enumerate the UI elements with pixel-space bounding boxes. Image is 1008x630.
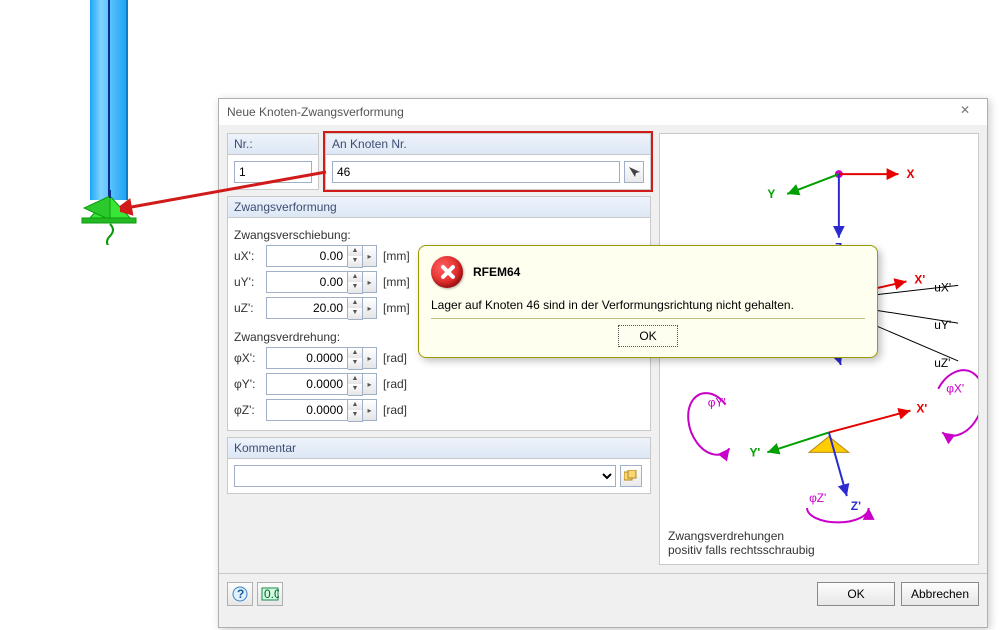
ux-unit: [mm] <box>383 249 410 263</box>
error-message-box: RFEM64 Lager auf Knoten 46 sind in der V… <box>418 245 878 358</box>
uz-menu-button[interactable]: ▸ <box>363 297 377 319</box>
diagram-caption: Zwangsverdrehungen positiv falls rechtss… <box>668 530 815 558</box>
nr-input[interactable] <box>234 161 312 183</box>
svg-text:?: ? <box>237 587 244 601</box>
uz-input[interactable] <box>266 297 348 319</box>
uz-spinner[interactable]: ▲▼ <box>348 297 363 320</box>
phiz-menu-button[interactable]: ▸ <box>363 399 377 421</box>
svg-text:X': X' <box>916 402 927 416</box>
ux-menu-button[interactable]: ▸ <box>363 245 377 267</box>
uy-input[interactable] <box>266 271 348 293</box>
phiy-input[interactable] <box>266 373 348 395</box>
node-group: An Knoten Nr. <box>325 133 651 190</box>
support-icon <box>70 190 160 245</box>
pick-icon <box>627 165 641 179</box>
help-icon: ? <box>232 586 248 602</box>
dialog-title: Neue Knoten-Zwangsverformung <box>227 105 951 119</box>
node-label: An Knoten Nr. <box>326 134 650 155</box>
cancel-button[interactable]: Abbrechen <box>901 582 979 606</box>
svg-text:Y: Y <box>767 187 775 201</box>
svg-text:uZ': uZ' <box>934 356 950 370</box>
node-input[interactable] <box>332 161 620 183</box>
phix-input[interactable] <box>266 347 348 369</box>
svg-text:φZ': φZ' <box>809 491 826 505</box>
svg-text:φX': φX' <box>946 382 964 396</box>
error-ok-button[interactable]: OK <box>618 325 678 347</box>
model-preview <box>70 0 150 240</box>
comment-label: Kommentar <box>228 438 650 459</box>
uy-menu-button[interactable]: ▸ <box>363 271 377 293</box>
error-text: Lager auf Knoten 46 sind in der Verformu… <box>431 298 865 312</box>
phiz-unit: [rad] <box>383 403 407 417</box>
svg-text:φY': φY' <box>708 396 726 410</box>
phiy-menu-button[interactable]: ▸ <box>363 373 377 395</box>
uy-label: uY': <box>234 275 262 289</box>
svg-text:0.00: 0.00 <box>264 587 279 601</box>
comment-group: Kommentar <box>227 437 651 494</box>
units-icon: 0.00 <box>261 587 279 601</box>
uz-label: uZ': <box>234 301 262 315</box>
imposed-deformation-dialog: Neue Knoten-Zwangsverformung ✕ Nr.: An K… <box>218 98 988 628</box>
msg-divider <box>431 318 865 319</box>
deformation-group-label: Zwangsverformung <box>228 197 650 218</box>
shift-label: Zwangsverschiebung: <box>234 228 644 242</box>
svg-text:X: X <box>906 167 914 181</box>
help-button[interactable]: ? <box>227 582 253 606</box>
phix-menu-button[interactable]: ▸ <box>363 347 377 369</box>
phix-label: φX': <box>234 351 262 365</box>
titlebar: Neue Knoten-Zwangsverformung ✕ <box>219 99 987 125</box>
comment-combo[interactable] <box>234 465 616 487</box>
phix-spinner[interactable]: ▲▼ <box>348 347 363 370</box>
pick-node-button[interactable] <box>624 161 644 183</box>
error-title: RFEM64 <box>473 265 520 279</box>
nr-label: Nr.: <box>228 134 318 155</box>
svg-text:Y': Y' <box>749 445 760 459</box>
svg-text:X': X' <box>914 272 925 286</box>
phiz-input[interactable] <box>266 399 348 421</box>
phiy-label: φY': <box>234 377 262 391</box>
uy-spinner[interactable]: ▲▼ <box>348 271 363 294</box>
svg-text:Z': Z' <box>851 499 861 513</box>
phiz-spinner[interactable]: ▲▼ <box>348 399 363 422</box>
ux-input[interactable] <box>266 245 348 267</box>
nr-group: Nr.: <box>227 133 319 190</box>
comment-library-button[interactable] <box>620 465 642 487</box>
ux-label: uX': <box>234 249 262 263</box>
error-icon <box>431 256 463 288</box>
dialog-footer: ? 0.00 OK Abbrechen <box>219 573 987 614</box>
close-icon[interactable]: ✕ <box>951 103 979 121</box>
phiy-spinner[interactable]: ▲▼ <box>348 373 363 396</box>
uy-unit: [mm] <box>383 275 410 289</box>
library-icon <box>624 470 638 482</box>
member-axis <box>108 0 110 200</box>
uz-unit: [mm] <box>383 301 410 315</box>
ok-button[interactable]: OK <box>817 582 895 606</box>
phix-unit: [rad] <box>383 351 407 365</box>
units-button[interactable]: 0.00 <box>257 582 283 606</box>
phiz-label: φZ': <box>234 403 262 417</box>
phiy-unit: [rad] <box>383 377 407 391</box>
ux-spinner[interactable]: ▲▼ <box>348 245 363 268</box>
